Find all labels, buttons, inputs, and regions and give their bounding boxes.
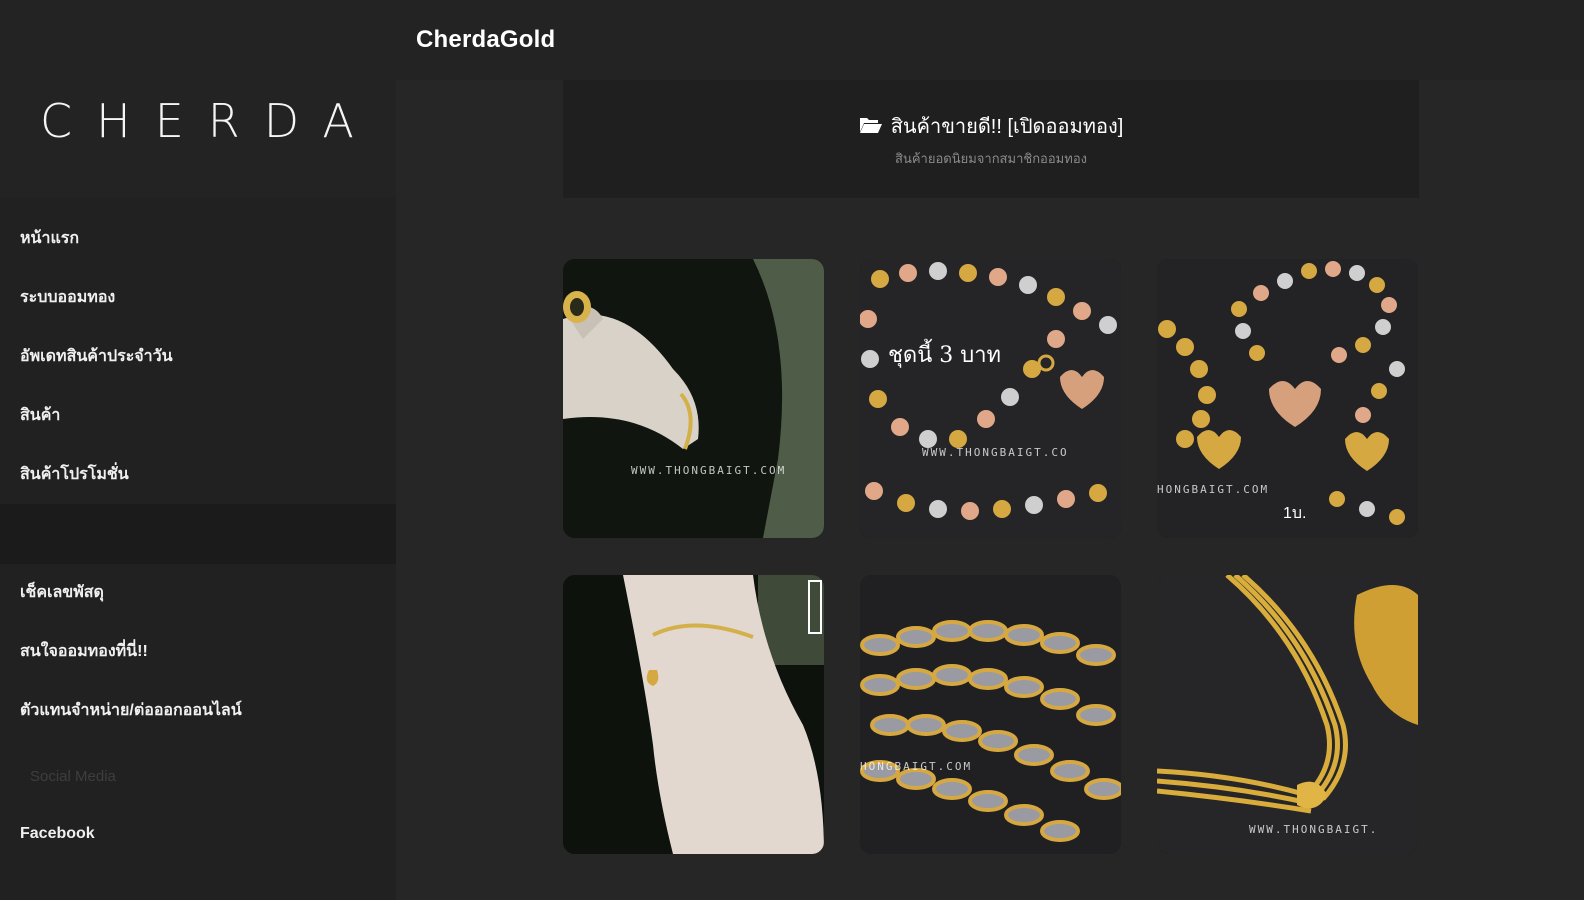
site-title[interactable]: CherdaGold	[416, 26, 555, 54]
category-subtitle: สินค้ายอดนิยมจากสมาชิกออมทอง	[895, 151, 1087, 166]
product-watermark: HONGBAIGT.COM	[1157, 483, 1270, 496]
sidebar: CHERDA หน้าแรก ระบบออมทอง อัพเดทสินค้าปร…	[0, 80, 396, 900]
sidebar-item-tracking[interactable]: เช็คเลขพัสดุ	[20, 580, 104, 605]
product-card[interactable]: WWW.THONGBAIGT.	[1157, 575, 1418, 854]
product-watermark: WWW.THONGBAIGT.CO	[922, 446, 1069, 459]
product-card[interactable]: HONGBAIGT.COM	[860, 575, 1121, 854]
category-title-row: สินค้าขายดี!! [เปิดออมทอง]	[563, 110, 1419, 142]
logo-container: CHERDA	[0, 80, 396, 198]
sidebar-item-active[interactable]	[0, 504, 396, 564]
brand-logo[interactable]: CHERDA	[40, 94, 378, 148]
category-header: สินค้าขายดี!! [เปิดออมทอง] สินค้ายอดนิยม…	[563, 80, 1419, 198]
sidebar-item-home[interactable]: หน้าแรก	[20, 226, 79, 251]
product-image	[1157, 259, 1418, 538]
sidebar-item-facebook[interactable]: Facebook	[20, 825, 95, 843]
sidebar-item-gold-savings[interactable]: ระบบออมทอง	[20, 285, 115, 310]
product-watermark: WWW.THONGBAIGT.	[1249, 823, 1379, 836]
product-watermark: HONGBAIGT.COM	[860, 760, 973, 773]
sidebar-item-join-savings[interactable]: สนใจออมทองที่นี่!!	[20, 639, 148, 664]
sidebar-item-reseller[interactable]: ตัวแทนจำหน่าย/ต่อออกออนไลน์	[20, 698, 242, 723]
product-card[interactable]: WWW.THONGBAIGT.COM	[563, 259, 824, 538]
product-image	[860, 575, 1121, 854]
category-title: สินค้าขายดี!! [เปิดออมทอง]	[890, 116, 1124, 138]
product-card[interactable]: HONGBAIGT.COM 1บ.	[1157, 259, 1418, 538]
folder-open-icon	[859, 115, 883, 141]
sidebar-item-daily-update[interactable]: อัพเดทสินค้าประจำวัน	[20, 344, 173, 369]
sidebar-item-products[interactable]: สินค้า	[20, 403, 60, 428]
top-bar: CherdaGold	[0, 0, 1584, 80]
sidebar-item-promotions[interactable]: สินค้าโปรโมชั่น	[20, 462, 129, 487]
product-image	[563, 259, 824, 538]
product-image	[860, 259, 1121, 538]
product-caption: ชุดนี้ 3 บาท	[888, 343, 1002, 368]
sidebar-section-heading: Social Media	[30, 768, 116, 785]
product-image	[1157, 575, 1418, 854]
product-watermark: WWW.THONGBAIGT.COM	[631, 464, 787, 477]
product-caption: 1บ.	[1283, 505, 1307, 522]
product-card[interactable]: ชุดนี้ 3 บาท WWW.THONGBAIGT.CO	[860, 259, 1121, 538]
product-card[interactable]	[563, 575, 824, 854]
product-image	[563, 575, 824, 854]
